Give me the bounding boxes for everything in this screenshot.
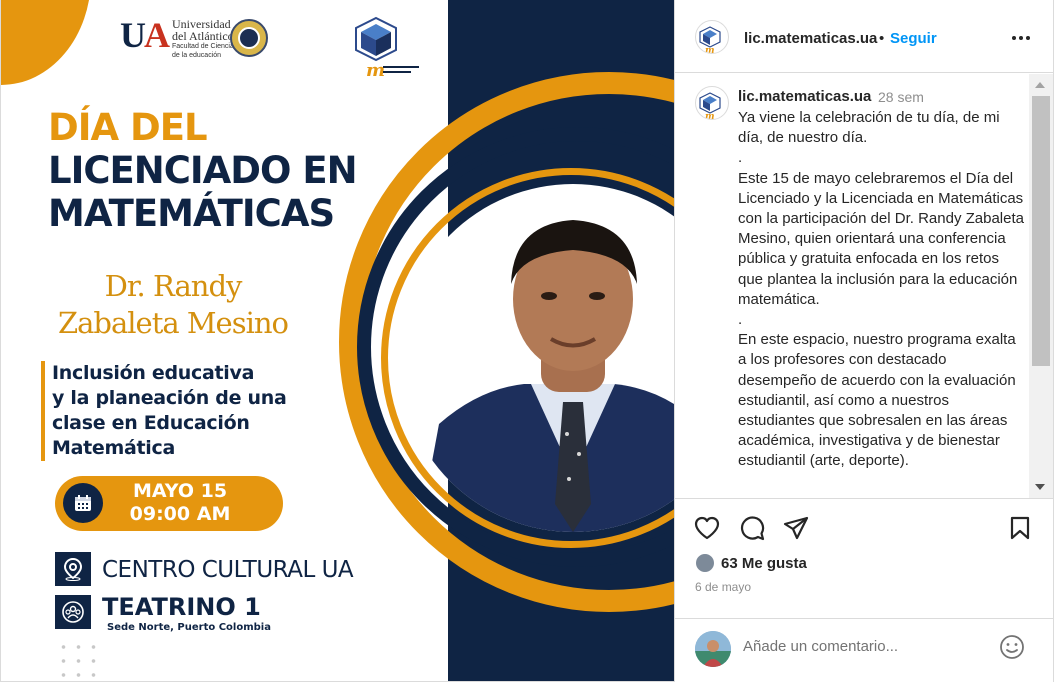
comment-icon[interactable]	[737, 513, 767, 543]
title-line1: DÍA DEL	[48, 106, 208, 149]
header-username[interactable]: lic.matematicas.ua	[744, 30, 877, 47]
topic-line3: clase en Educación	[52, 412, 250, 434]
faculty-line2: de la educación	[172, 52, 222, 59]
caption-paragraph: Ya viene la celebración de tu día, de mi…	[738, 109, 1000, 147]
heart-icon[interactable]	[692, 513, 722, 543]
more-options-icon[interactable]	[1001, 26, 1041, 50]
university-name-line2: del Atlántico	[172, 29, 234, 43]
university-seal-icon	[230, 19, 268, 57]
topic-line4: Matemática	[52, 437, 175, 459]
venue-site: Sede Norte, Puerto Colombia	[107, 622, 271, 633]
caption-text: Ya viene la celebración de tu día, de mi…	[738, 108, 1028, 472]
venue-name: CENTRO CULTURAL UA	[102, 557, 354, 583]
caption-time[interactable]: 28 sem	[878, 89, 924, 105]
bookmark-icon[interactable]	[1005, 513, 1035, 543]
poster-title: DÍA DEL LICENCIADO EN MATEMÁTICAS	[48, 106, 378, 235]
scroll-up-arrow-icon[interactable]	[1035, 82, 1045, 88]
speaker-line1: Dr. Randy	[104, 269, 243, 303]
caption-paragraph: .	[738, 149, 743, 167]
smiley-icon[interactable]	[997, 632, 1027, 662]
caption-paragraph: En este espacio, nuestro programa exalta…	[738, 331, 1016, 470]
ua-monogram: UA	[120, 15, 170, 55]
liker-avatar[interactable]	[695, 553, 715, 573]
likes-count[interactable]: 63 Me gusta	[721, 555, 807, 572]
send-icon[interactable]	[781, 513, 811, 543]
post-header: m lic.matematicas.ua • Seguir	[675, 0, 1053, 73]
follow-button[interactable]: Seguir	[890, 30, 937, 47]
post-actions: 63 Me gusta 6 de mayo	[675, 498, 1053, 618]
comments-area[interactable]: m lic.matematicas.ua 28 sem Ya viene la …	[675, 74, 1037, 498]
caption-avatar[interactable]: m	[695, 86, 729, 120]
post-image[interactable]: UA Universidad del Atlántico Facultad de…	[0, 0, 674, 682]
map-pin-icon	[55, 552, 91, 586]
user-avatar[interactable]	[695, 631, 731, 667]
corner-decoration	[1, 0, 91, 85]
separator-dot: •	[879, 30, 885, 47]
event-time: 09:00 AM	[129, 503, 231, 525]
speaker-line2: Zabaleta Mesino	[57, 306, 289, 340]
comment-input[interactable]	[743, 634, 983, 658]
talk-topic: Inclusión educativa y la planeación de u…	[41, 361, 311, 461]
dot-pattern	[56, 640, 106, 680]
add-comment-bar	[675, 618, 1053, 682]
caption-paragraph: Este 15 de mayo celebraremos el Día del …	[738, 169, 1024, 308]
account-avatar[interactable]: m	[695, 20, 729, 54]
scrollbar-thumb[interactable]	[1032, 96, 1050, 366]
svg-text:m: m	[705, 112, 715, 120]
post-date[interactable]: 6 de mayo	[695, 580, 751, 594]
calendar-icon	[63, 483, 103, 523]
faculty-line1: Facultad de Ciencias	[172, 43, 238, 50]
title-line3: MATEMÁTICAS	[48, 192, 335, 235]
caption-username[interactable]: lic.matematicas.ua	[738, 88, 871, 105]
title-line2: LICENCIADO EN	[48, 149, 358, 192]
program-logo-icon: m	[353, 16, 423, 82]
speaker-name: Dr. Randy Zabaleta Mesino	[53, 268, 293, 342]
scroll-down-arrow-icon[interactable]	[1035, 484, 1045, 490]
room-name: TEATRINO 1	[102, 593, 261, 621]
comments-scrollbar[interactable]	[1029, 74, 1053, 498]
date-badge: MAYO 15 09:00 AM	[55, 476, 283, 531]
svg-text:m: m	[705, 46, 715, 54]
post-sidebar: m lic.matematicas.ua • Seguir m lic.mate…	[674, 0, 1054, 682]
svg-text:m: m	[366, 60, 385, 81]
event-day: MAYO 15	[132, 480, 228, 502]
topic-line1: Inclusión educativa	[52, 362, 255, 384]
topic-line2: y la planeación de una	[52, 387, 287, 409]
university-logo: UA Universidad del Atlántico Facultad de…	[120, 15, 238, 60]
people-icon	[55, 595, 91, 629]
caption-paragraph: .	[738, 311, 743, 329]
